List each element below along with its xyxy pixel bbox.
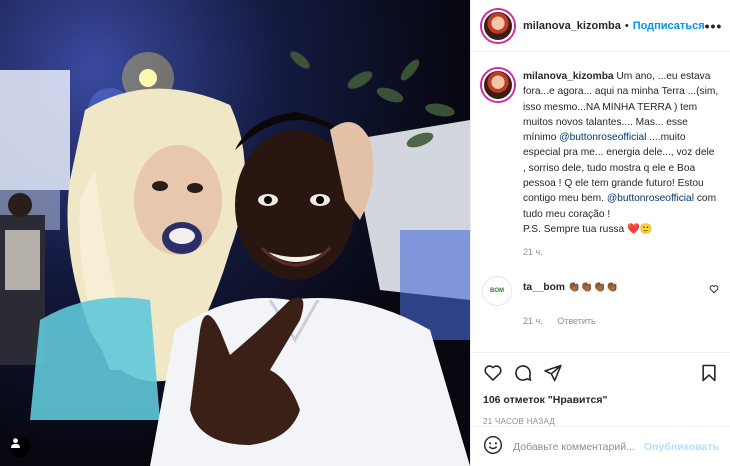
smiley-icon[interactable] [483, 435, 503, 458]
caption-mention-1[interactable]: @buttonroseofficial [559, 132, 646, 143]
post-actions: 106 отметок "Нравится" 21 ЧАСОВ НАЗАД [471, 352, 730, 426]
commenter-avatar[interactable]: BOM [482, 276, 512, 307]
caption-avatar[interactable] [482, 69, 514, 101]
caption-time[interactable]: 21 ч. [523, 247, 543, 257]
header-separator: • [624, 19, 629, 32]
comment-text: 👏🏾👏🏾👏🏾👏🏾 [564, 282, 619, 294]
small-heart-icon[interactable] [709, 284, 719, 297]
comment-item: BOM ta__bom 👏🏾👏🏾👏🏾👏🏾 [482, 276, 719, 307]
post-header: milanova_kizomba • Подписаться ••• [471, 0, 730, 52]
publish-button[interactable]: Опубликовать [644, 441, 719, 453]
caption-username[interactable]: milanova_kizomba [523, 71, 614, 82]
follow-button[interactable]: Подписаться [633, 20, 705, 32]
person-icon [10, 438, 21, 448]
post-photo[interactable] [0, 0, 470, 466]
bookmark-icon[interactable] [699, 363, 719, 383]
caption-mention-2[interactable]: @buttonroseofficial [607, 193, 694, 204]
commenter-username[interactable]: ta__bom [523, 282, 565, 293]
likes-count[interactable]: 106 отметок "Нравится" [483, 394, 719, 406]
comment-input[interactable]: Добавьте комментарий... [513, 441, 635, 453]
heart-icon[interactable] [483, 363, 503, 383]
more-horizontal-icon[interactable]: ••• [705, 18, 723, 34]
author-username[interactable]: milanova_kizomba [523, 20, 621, 32]
post-timestamp[interactable]: 21 ЧАСОВ НАЗАД [483, 417, 719, 426]
reply-button[interactable]: Ответить [557, 316, 595, 326]
comment-meta: 21 ч. Ответить [523, 316, 719, 326]
caption-comment: milanova_kizomba Um ano, ...eu estava fo… [482, 69, 719, 237]
action-icons [483, 362, 719, 384]
add-comment-bar: Добавьте комментарий... Опубликовать [471, 426, 730, 466]
comment-body: ta__bom 👏🏾👏🏾👏🏾👏🏾 [523, 280, 709, 295]
author-avatar[interactable] [482, 9, 514, 42]
caption-meta: 21 ч. [523, 247, 719, 257]
paper-plane-icon[interactable] [543, 363, 563, 383]
caption-body: milanova_kizomba Um ano, ...eu estava fo… [523, 69, 719, 237]
comment-time[interactable]: 21 ч. [523, 316, 543, 326]
comments-list[interactable]: milanova_kizomba Um ano, ...eu estava fo… [471, 53, 730, 351]
comment-bubble-icon[interactable] [513, 363, 533, 383]
commenter-avatar-text: BOM [490, 288, 504, 295]
photo-illustration [0, 51, 470, 466]
post-side-panel: milanova_kizomba • Подписаться ••• milan… [470, 0, 730, 466]
user-tag-icon[interactable] [10, 437, 30, 457]
